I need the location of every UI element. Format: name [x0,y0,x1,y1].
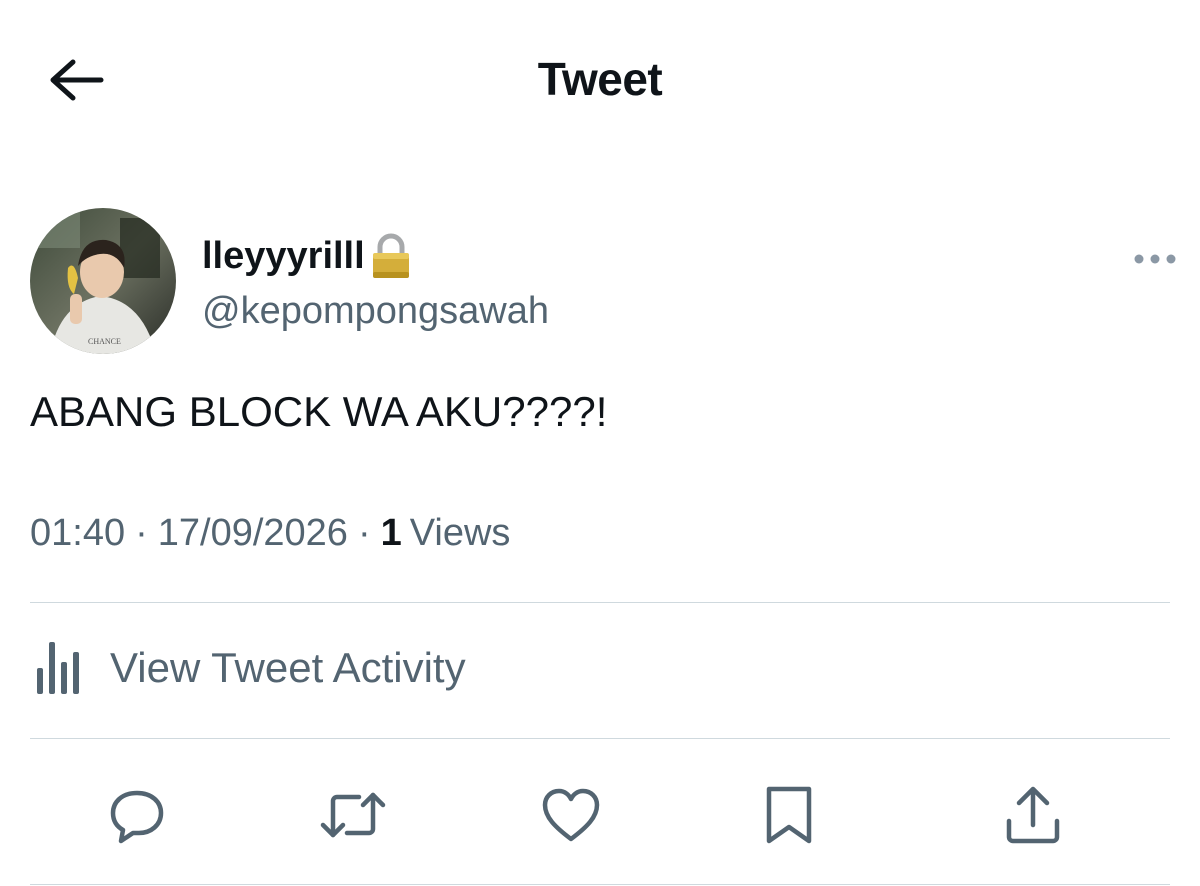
views-label: Views [409,512,511,554]
divider [30,884,1170,885]
retweet-button[interactable] [318,780,388,850]
author-display-name[interactable]: lleyyyrilll [202,232,413,280]
share-button[interactable] [998,780,1068,850]
bookmark-icon [766,786,812,844]
lock-icon [372,233,409,278]
page-title: Tweet [537,53,663,105]
bar-chart-icon [37,642,79,694]
tweet-meta: 01:40 · 17/09/2026 · 1 Views [30,512,510,555]
more-horizontal-icon [1134,254,1176,264]
tweet-author: CHANCE lleyyyrilll @kepompongsawah [30,208,1180,358]
author-handle[interactable]: @kepompongsawah [202,290,549,333]
like-button[interactable] [536,780,606,850]
more-options-button[interactable] [1130,244,1180,274]
retweet-icon [320,792,386,838]
tweet-time[interactable]: 01:40 [30,512,125,555]
reply-button[interactable] [102,780,172,850]
avatar-shirt-text: CHANCE [88,337,121,346]
divider [30,602,1170,603]
top-bar: Tweet [0,0,1200,160]
views-count: 1 [380,512,402,554]
view-tweet-activity-link[interactable]: View Tweet Activity [30,628,466,708]
tweet-date[interactable]: 17/09/2026 [158,512,348,555]
share-icon [1006,786,1060,844]
meta-separator: · [135,512,148,554]
tweet-text: ABANG BLOCK WA AKU????! [30,388,608,435]
reply-icon [110,790,164,844]
meta-separator: · [357,512,371,554]
avatar[interactable]: CHANCE [30,208,176,354]
bookmark-button[interactable] [754,780,824,850]
display-name-text: lleyyyrilll [202,234,365,277]
like-icon [542,788,600,842]
activity-label: View Tweet Activity [110,644,466,691]
divider [30,738,1170,739]
tweet-actions [30,760,1170,860]
